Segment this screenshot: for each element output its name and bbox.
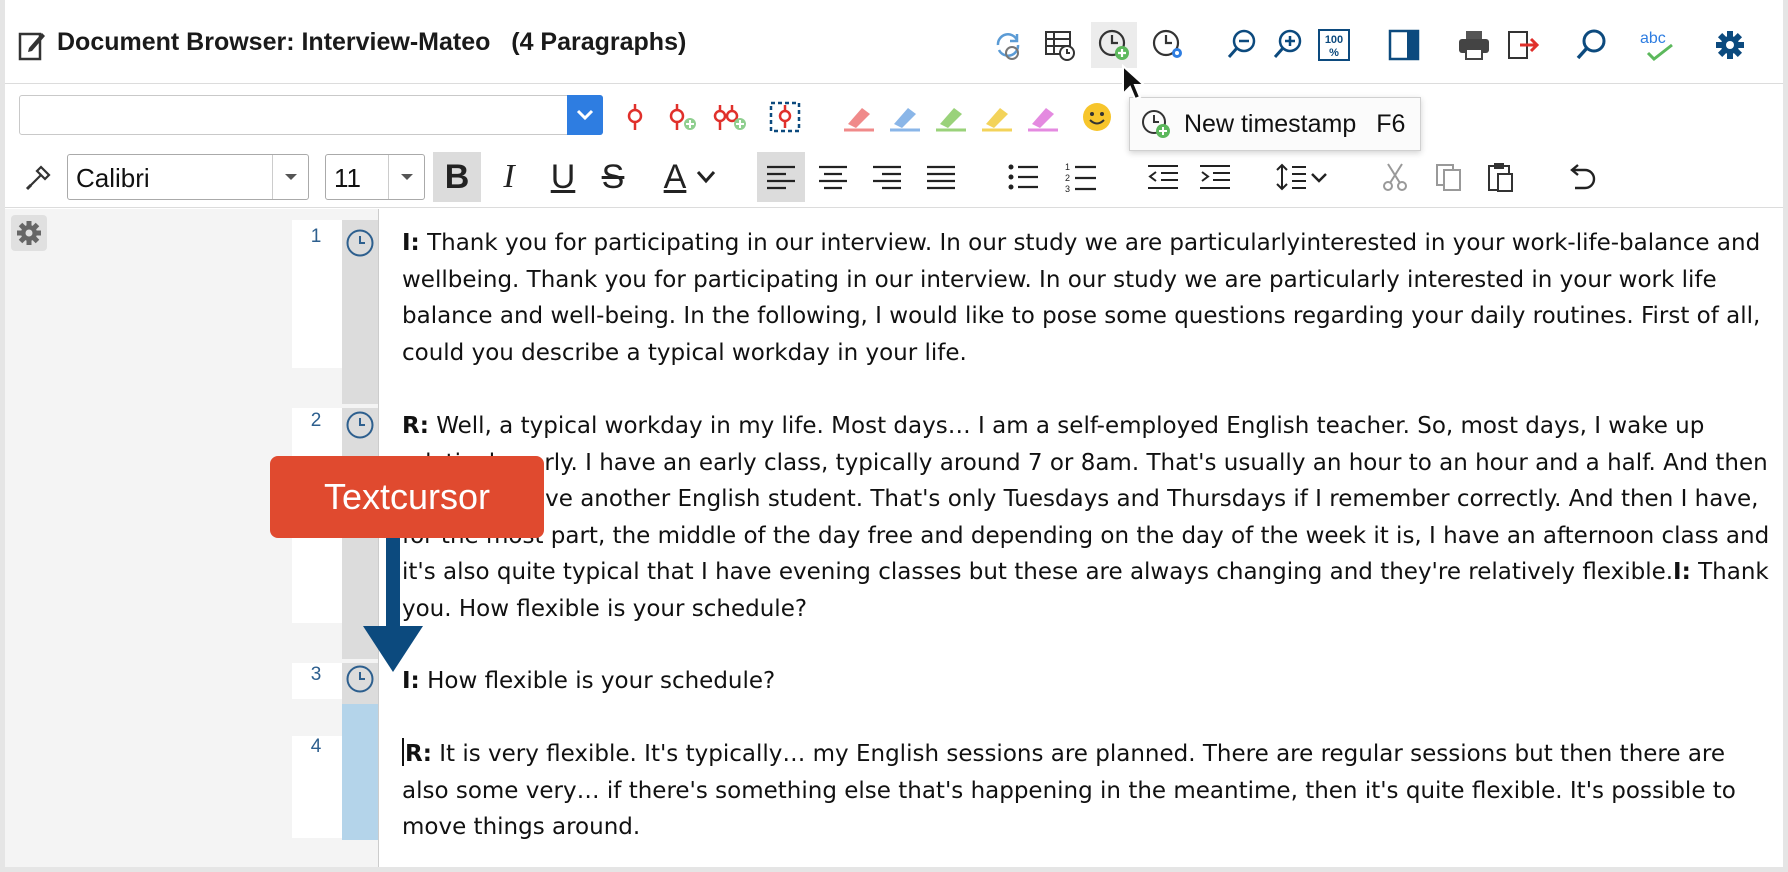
- title-bar: Document Browser: Interview-Mateo (4 Par…: [5, 12, 1783, 84]
- zoom-out-icon[interactable]: [1219, 22, 1265, 68]
- underline-button[interactable]: U: [539, 152, 587, 202]
- paragraph-number: 3: [310, 664, 322, 685]
- align-justify-icon[interactable]: [917, 152, 965, 202]
- new-timestamp-icon: [1142, 110, 1170, 138]
- bold-button[interactable]: B: [433, 152, 481, 202]
- speaker-label: I:: [1673, 559, 1691, 585]
- spellcheck-icon[interactable]: abc: [1635, 22, 1681, 68]
- paragraph-4[interactable]: R: It is very flexible. It's typically… …: [402, 736, 1772, 846]
- font-family-select[interactable]: Calibri: [67, 154, 309, 200]
- code-multi-add-icon[interactable]: [707, 99, 751, 135]
- tooltip-shortcut: F6: [1376, 109, 1406, 138]
- new-timestamp-icon[interactable]: [1091, 22, 1137, 68]
- mouse-pointer-icon: [1122, 64, 1146, 101]
- code-icon[interactable]: [613, 99, 657, 135]
- chevron-down-icon[interactable]: [388, 155, 424, 199]
- svg-text:2: 2: [1065, 173, 1070, 183]
- copy-icon[interactable]: [1425, 152, 1473, 202]
- paragraph-text: It is very flexible. It's typically… my …: [402, 741, 1736, 840]
- svg-text:3: 3: [1065, 184, 1070, 193]
- timestamp-settings-icon[interactable]: [1145, 22, 1191, 68]
- code-toolbar: [5, 85, 1783, 145]
- cut-icon[interactable]: [1371, 152, 1419, 202]
- indent-icon[interactable]: [1191, 152, 1239, 202]
- align-left-icon[interactable]: [757, 152, 805, 202]
- code-select[interactable]: [19, 95, 603, 135]
- refresh-icon[interactable]: [985, 22, 1031, 68]
- window-title: Document Browser: Interview-Mateo (4 Par…: [57, 28, 687, 56]
- paragraph-text: Well, a typical workday in my life. Most…: [402, 413, 1770, 585]
- highlighter-blue-icon[interactable]: [883, 99, 927, 135]
- zoom-in-icon[interactable]: [1265, 22, 1311, 68]
- paragraph-2[interactable]: R: Well, a typical workday in my life. M…: [402, 408, 1772, 627]
- highlighter-red-icon[interactable]: [837, 99, 881, 135]
- svg-text:abc: abc: [1640, 30, 1666, 47]
- zoom-100-icon[interactable]: 100%: [1311, 22, 1357, 68]
- speaker-label: I:: [402, 230, 420, 256]
- highlighter-green-icon[interactable]: [929, 99, 973, 135]
- paragraph-text: How flexible is your schedule?: [419, 668, 776, 694]
- font-size-select[interactable]: 11: [325, 154, 425, 200]
- highlighter-purple-icon[interactable]: [1021, 99, 1065, 135]
- table-clock-icon[interactable]: [1037, 22, 1083, 68]
- text-cursor: [402, 738, 404, 766]
- export-icon[interactable]: [1499, 22, 1545, 68]
- emoticon-icon[interactable]: [1075, 99, 1119, 135]
- new-timestamp-tooltip: New timestamp F6: [1129, 97, 1421, 151]
- font-size-value: 11: [334, 163, 361, 193]
- timestamp-clock-icon[interactable]: [345, 410, 375, 440]
- numbered-list-icon[interactable]: 123: [1057, 152, 1105, 202]
- speaker-label: R:: [405, 741, 432, 767]
- strikethrough-button[interactable]: S: [589, 152, 637, 202]
- paragraph-3[interactable]: I: How flexible is your schedule?: [402, 663, 1772, 700]
- chevron-down-icon[interactable]: [691, 152, 721, 202]
- paragraph-number: 4: [310, 736, 322, 757]
- paragraph-strip-selected[interactable]: [342, 704, 378, 840]
- paste-icon[interactable]: [1477, 152, 1525, 202]
- chevron-down-icon[interactable]: [567, 95, 603, 135]
- bullet-list-icon[interactable]: [999, 152, 1047, 202]
- font-family-value: Calibri: [76, 163, 150, 193]
- undo-icon[interactable]: [1557, 152, 1605, 202]
- format-painter-icon[interactable]: [15, 152, 63, 202]
- timestamp-clock-icon[interactable]: [345, 228, 375, 258]
- italic-button[interactable]: I: [485, 152, 533, 202]
- align-center-icon[interactable]: [809, 152, 857, 202]
- chevron-down-icon[interactable]: [272, 155, 308, 199]
- left-panel: [5, 209, 292, 867]
- paragraph-text: Thank you for participating in our inter…: [402, 230, 1761, 366]
- svg-text:100: 100: [1325, 34, 1343, 46]
- callout-arrow-icon: [363, 538, 423, 672]
- align-right-icon[interactable]: [863, 152, 911, 202]
- settings-icon[interactable]: [1707, 22, 1753, 68]
- print-icon[interactable]: [1451, 22, 1497, 68]
- outdent-icon[interactable]: [1139, 152, 1187, 202]
- svg-text:%: %: [1329, 47, 1339, 59]
- highlighter-yellow-icon[interactable]: [975, 99, 1019, 135]
- speaker-label: R:: [402, 413, 429, 439]
- textcursor-callout: Textcursor: [270, 456, 544, 538]
- tooltip-label: New timestamp: [1184, 109, 1357, 138]
- font-color-button[interactable]: A: [655, 152, 695, 202]
- edit-document-icon: [18, 32, 45, 61]
- code-add-icon[interactable]: [659, 99, 703, 135]
- format-toolbar: Calibri 11 B I U S A 123: [5, 146, 1783, 208]
- paragraph-number: 2: [310, 410, 322, 431]
- line-spacing-icon[interactable]: [1271, 152, 1341, 202]
- paragraph-1[interactable]: I: Thank you for participating in our in…: [402, 225, 1772, 371]
- paragraph-number: 1: [310, 226, 322, 247]
- gear-icon[interactable]: [11, 215, 47, 251]
- search-icon[interactable]: [1569, 22, 1615, 68]
- side-panel-icon[interactable]: [1381, 22, 1427, 68]
- svg-text:1: 1: [1065, 162, 1070, 172]
- code-frame-icon[interactable]: [763, 99, 807, 135]
